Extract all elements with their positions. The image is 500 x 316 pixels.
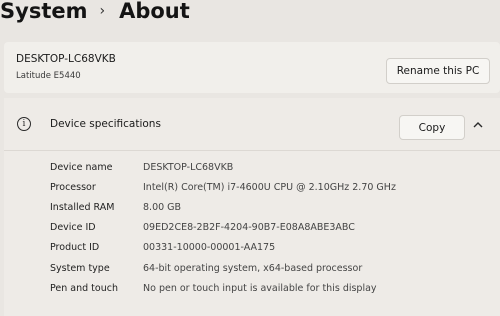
device-specifications-title: Device specifications — [50, 118, 161, 130]
page-title: About — [119, 0, 190, 23]
section-divider — [4, 150, 500, 151]
device-specifications-section: i Device specifications Copy Device name… — [4, 98, 500, 316]
info-circle-icon: i — [17, 117, 31, 131]
spec-row-processor: Processor Intel(R) Core(TM) i7-4600U CPU… — [50, 182, 490, 200]
spec-row-pen-and-touch: Pen and touch No pen or touch input is a… — [50, 283, 490, 301]
spec-label: Product ID — [50, 242, 100, 253]
spec-value: 8.00 GB — [143, 202, 182, 213]
spec-value: 09ED2CE8-2B2F-4204-90B7-E08A8ABE3ABC — [143, 222, 355, 233]
spec-row-device-name: Device name DESKTOP-LC68VKB — [50, 162, 490, 180]
spec-row-device-id: Device ID 09ED2CE8-2B2F-4204-90B7-E08A8A… — [50, 222, 490, 240]
device-model: Latitude E5440 — [16, 71, 81, 81]
spec-row-product-id: Product ID 00331-10000-00001-AA175 — [50, 242, 490, 260]
device-name-card: DESKTOP-LC68VKB Latitude E5440 Rename th… — [4, 42, 500, 93]
spec-label: Device ID — [50, 222, 96, 233]
spec-label: Pen and touch — [50, 283, 118, 294]
copy-button[interactable]: Copy — [399, 115, 465, 140]
spec-value: No pen or touch input is available for t… — [143, 283, 377, 294]
spec-value: Intel(R) Core(TM) i7-4600U CPU @ 2.10GHz… — [143, 182, 396, 193]
spec-value: 00331-10000-00001-AA175 — [143, 242, 276, 253]
chevron-up-icon[interactable] — [470, 118, 486, 132]
spec-row-installed-ram: Installed RAM 8.00 GB — [50, 202, 490, 220]
spec-value: 64-bit operating system, x64-based proce… — [143, 263, 363, 274]
rename-pc-button[interactable]: Rename this PC — [386, 58, 490, 84]
spec-label: System type — [50, 263, 110, 274]
spec-label: Installed RAM — [50, 202, 115, 213]
device-name-heading: DESKTOP-LC68VKB — [16, 53, 116, 65]
breadcrumb-system-link[interactable]: System — [0, 0, 87, 23]
breadcrumb: System › About — [0, 0, 190, 28]
spec-label: Processor — [50, 182, 96, 193]
device-specifications-header[interactable]: i Device specifications Copy — [4, 98, 500, 150]
chevron-right-icon: › — [99, 3, 106, 19]
spec-value: DESKTOP-LC68VKB — [143, 162, 234, 173]
spec-label: Device name — [50, 162, 113, 173]
spec-row-system-type: System type 64-bit operating system, x64… — [50, 263, 490, 281]
